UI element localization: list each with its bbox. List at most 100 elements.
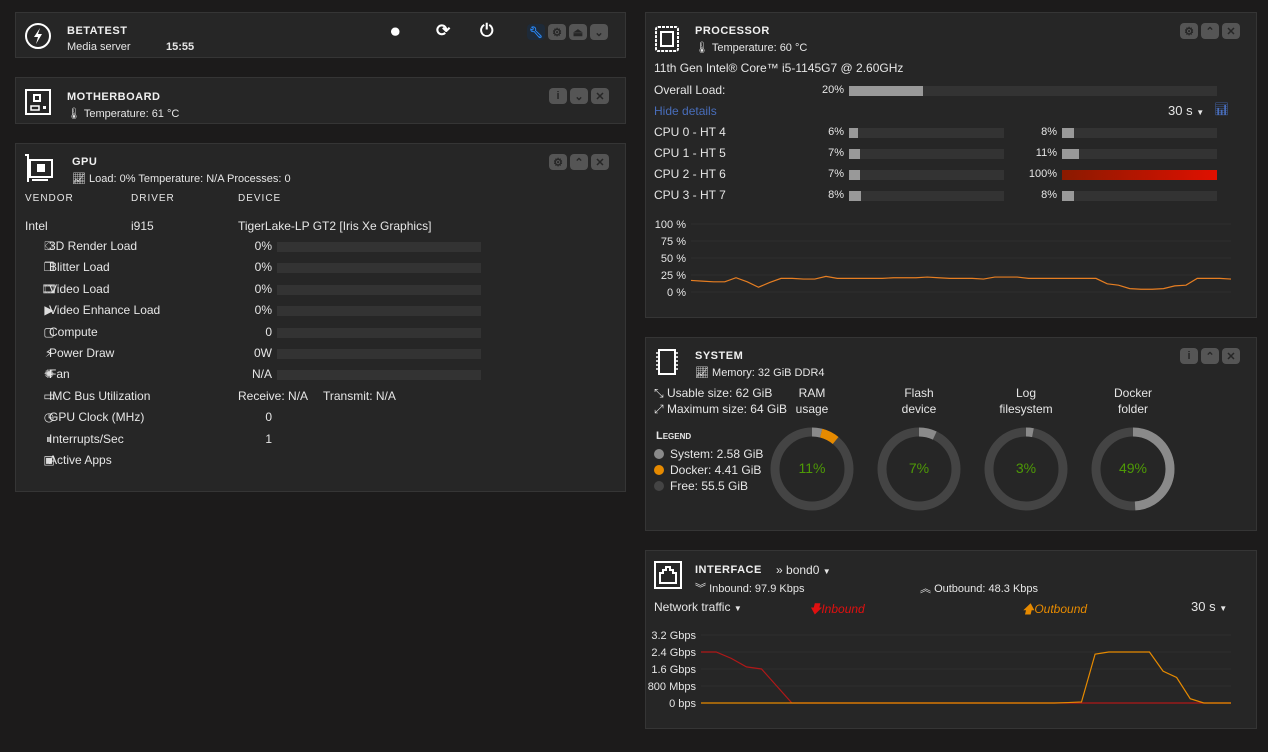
gpu-row-bar [277,370,481,381]
gpu-receive: Receive: N/A [238,388,309,403]
interval-value: 30 s [1168,103,1193,118]
info-button[interactable]: i [549,88,567,104]
y-tick-label: 50 % [661,253,686,265]
gpu-transmit: Transmit: N/A [323,388,396,403]
gpu-driver: i915 [131,219,154,233]
dropdown-arrow-icon: ▼ [1219,604,1228,613]
processor-temperature: Temperature: 60 °C [711,42,808,54]
interface-panel: INTERFACE » bond0 ▼ ︾ Inbound: 97.9 Kbps… [645,550,1257,729]
donut-percent: 49% [1118,460,1148,476]
close-button[interactable]: ✕ [591,88,609,104]
gpu-row-value: 0 [265,410,272,425]
y-tick-label: 3.2 Gbps [651,630,696,642]
refresh-button[interactable]: ⟳ [436,21,450,41]
gpu-summary: Load: 0% Temperature: N/A Processes: 0 [89,173,291,185]
core-load-value: 11% [1035,147,1057,159]
wrench-icon[interactable]: 🔧︎ [527,24,545,40]
system-panel: SYSTEM 📈︎ Memory: 32 GiB DDR4 i ⌃ ✕ ⤡ Us… [645,337,1257,531]
core-load-bar [1062,191,1217,201]
gpu-row-bar [277,263,481,274]
gpu-row-value: 0% [254,303,272,318]
donut-label-2: filesystem [999,402,1053,416]
core-load-bar [1062,149,1217,159]
bar-chart-icon[interactable]: 📊︎ [1214,102,1229,116]
ethernet-icon [654,561,682,589]
core-load-bar [849,149,1004,159]
gpu-row-value: 0% [254,239,272,253]
core-load-bar [849,191,1004,201]
dropdown-arrow-icon: ▼ [733,604,742,613]
settings-button[interactable]: ⚙ [548,24,566,40]
header-driver: DRIVER [131,193,175,204]
stop-button[interactable]: ⏺ [391,22,400,42]
gpu-row-bar [277,306,481,317]
donut-label-1: RAM [798,386,826,400]
interface-name: bond0 [786,563,820,577]
cpu-model: 11th Gen Intel® Core™ i5-1145G7 @ 2.60GH… [654,61,904,75]
collapse-button[interactable]: ⌃ [1201,23,1219,39]
gpu-vendor: Intel [25,219,48,233]
donut-percent: 11% [798,460,826,476]
collapse-button[interactable]: ⌃ [570,154,588,170]
cpu-load-chart: 100 % 75 % 50 % 25 % 0 % [655,219,1232,299]
close-button[interactable]: ✕ [1222,348,1240,364]
memory-summary: Memory: 32 GiB DDR4 [712,367,825,379]
outbound-series-line [701,651,1231,704]
interval-select[interactable]: 30 s ▼ [1168,103,1204,118]
legend-dot [654,465,664,475]
gpu-row-value: 0% [254,260,272,275]
overall-load-label: Overall Load: [654,83,726,97]
arrow-up-icon: 🡅 [1022,602,1035,616]
network-traffic-chart: 3.2 Gbps 2.4 Gbps 1.6 Gbps 800 Mbps 0 bps [648,630,1231,710]
info-button[interactable]: i [1180,348,1198,364]
y-tick-label: 0 % [667,287,686,299]
y-tick-label: 25 % [661,270,686,282]
gpu-row-bar [277,327,481,338]
close-button[interactable]: ✕ [1222,23,1240,39]
close-button[interactable]: ✕ [591,154,609,170]
eject-button[interactable]: ⏏ [569,24,587,40]
expand-button[interactable]: ⌄ [590,24,608,40]
y-tick-label: 100 % [655,219,686,231]
cpu-load-series-line [690,275,1232,290]
gpu-row-label: Interrupts/Sec [49,431,124,446]
thermometer-icon: 🌡︎ [695,42,709,54]
chart-line-icon: 📈︎ [72,173,86,185]
settings-button[interactable]: ⚙ [549,154,567,170]
hide-details-link[interactable]: Hide details [654,104,717,118]
gpu-row-label: 3D Render Load [49,239,138,253]
server-name: BETATEST [67,25,128,37]
core-load-value: 100% [1028,168,1057,180]
interface-select[interactable]: » bond0 ▼ [776,563,831,577]
core-load-value: 8% [1041,126,1057,138]
outbound-rate: Outbound: 48.3 Kbps [934,583,1039,595]
y-tick-label: 75 % [661,236,686,248]
legend-label: Free: 55.5 GiB [670,479,749,493]
power-button[interactable]: ⏻ [480,21,493,41]
gpu-row-value: 0% [254,281,272,296]
collapse-button[interactable]: ⌃ [1201,348,1219,364]
motherboard-title: MOTHERBOARD [67,91,161,103]
outbound-icon: ︽ [920,583,931,595]
gpu-row-bar [277,242,481,252]
core-label: CPU 3 - HT 7 [654,188,726,202]
compress-icon: ⤡ [654,386,664,400]
core-load-bar [1062,128,1217,138]
legend-dot [654,481,664,491]
header-device: DEVICE [238,193,282,204]
traffic-mode-select[interactable]: Network traffic ▼ [654,600,742,614]
settings-button[interactable]: ⚙ [1180,23,1198,39]
gpu-row-bar [277,284,481,295]
header-vendor: VENDOR [25,193,74,204]
core-load-value: 8% [1041,189,1057,201]
interval-select[interactable]: 30 s ▼ [1191,599,1227,614]
gpu-row-label: IMC Bus Utilization [49,388,151,403]
donut-label-1: Docker [1113,386,1152,400]
legend-outbound: 🡅Outbound [1022,602,1088,616]
core-load-value: 8% [828,189,844,201]
gpu-row-label: Video Enhance Load [49,303,161,318]
gpu-row-value: N/A [251,367,272,382]
legend-title: Legend [656,430,692,442]
expand-button[interactable]: ⌄ [570,88,588,104]
legend-label: System: 2.58 GiB [670,447,764,461]
